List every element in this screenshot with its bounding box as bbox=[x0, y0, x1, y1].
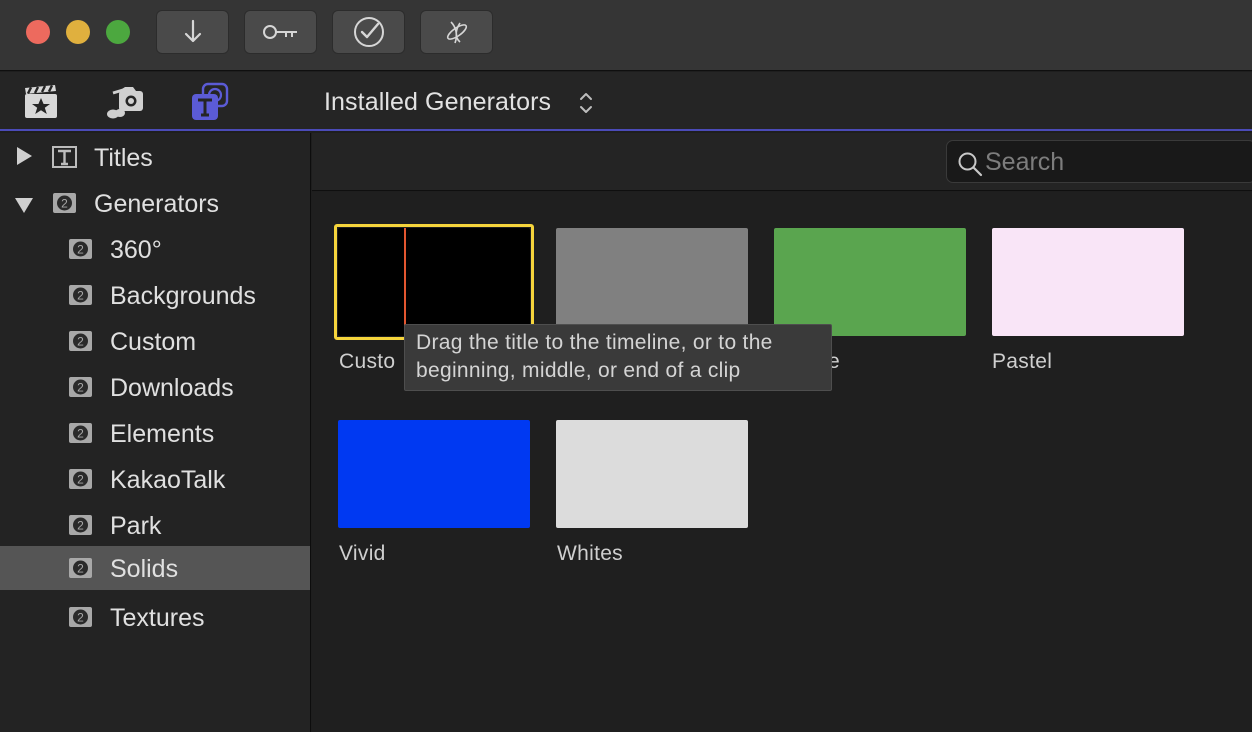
sidebar-item-park[interactable]: 2 Park bbox=[0, 503, 310, 547]
music-photo-icon bbox=[107, 87, 143, 119]
sidebar-item-textures[interactable]: 2 Textures bbox=[0, 595, 310, 639]
background-tasks-check-button[interactable] bbox=[332, 10, 405, 54]
sidebar-item-generators[interactable]: 2 Generators bbox=[0, 181, 310, 225]
sidebar-item-backgrounds[interactable]: 2 Backgrounds bbox=[0, 273, 310, 317]
sidebar-item-label: Elements bbox=[110, 420, 215, 448]
generators-icon: 2 bbox=[69, 607, 92, 627]
generators-icon: 2 bbox=[69, 377, 92, 397]
skimmer-playhead bbox=[404, 228, 406, 336]
photos-audio-tab[interactable] bbox=[105, 82, 145, 122]
drag-hint-tooltip: Drag the title to the timeline, or to th… bbox=[404, 324, 832, 391]
sidebar-item-label: Backgrounds bbox=[110, 282, 256, 310]
generators-icon: 2 bbox=[69, 423, 92, 443]
background-tasks-icon bbox=[446, 21, 467, 44]
svg-text:2: 2 bbox=[77, 381, 84, 395]
titles-generators-icon bbox=[192, 82, 229, 120]
import-button[interactable] bbox=[156, 10, 229, 54]
background-tasks-button[interactable] bbox=[420, 10, 493, 54]
sidebar-item-label: Titles bbox=[94, 144, 153, 172]
svg-text:2: 2 bbox=[77, 243, 84, 257]
sidebar-item-downloads[interactable]: 2 Downloads bbox=[0, 365, 310, 409]
thumbnail-vivid[interactable] bbox=[338, 420, 530, 528]
generators-icon: 2 bbox=[69, 285, 92, 305]
sidebar-item-titles[interactable]: Titles bbox=[0, 135, 310, 179]
generators-icon: 2 bbox=[53, 193, 76, 213]
thumbnail-whites[interactable] bbox=[556, 420, 748, 528]
svg-text:2: 2 bbox=[77, 562, 84, 576]
sidebar: Titles 2 Generators 2 360° 2 Backgrounds… bbox=[0, 133, 311, 732]
svg-text:2: 2 bbox=[77, 611, 84, 625]
sidebar-item-label: 360° bbox=[110, 236, 162, 264]
sidebar-item-label: Solids bbox=[110, 555, 179, 583]
libraries-tab[interactable] bbox=[21, 82, 61, 122]
svg-text:2: 2 bbox=[77, 519, 84, 533]
search-input[interactable] bbox=[985, 146, 1245, 178]
sidebar-item-label: Textures bbox=[110, 604, 205, 632]
sidebar-item-solids[interactable]: 2 Solids bbox=[0, 546, 310, 590]
sidebar-item-label: Generators bbox=[94, 190, 220, 218]
generators-icon: 2 bbox=[69, 331, 92, 351]
search-icon bbox=[958, 152, 983, 177]
disclosure-triangle-expanded-icon[interactable] bbox=[15, 198, 33, 213]
checkmark-circle-icon bbox=[353, 17, 384, 47]
sidebar-item-custom[interactable]: 2 Custom bbox=[0, 319, 310, 363]
sidebar-item-label: Park bbox=[110, 512, 162, 540]
import-arrow-icon bbox=[184, 19, 201, 43]
disclosure-triangle-collapsed-icon[interactable] bbox=[17, 147, 32, 165]
close-window-button[interactable] bbox=[26, 20, 50, 44]
chevron-updown-icon[interactable] bbox=[578, 90, 594, 117]
browser-accent-line bbox=[0, 129, 1252, 131]
keywords-button[interactable] bbox=[244, 10, 317, 54]
minimize-window-button[interactable] bbox=[66, 20, 90, 44]
sidebar-item-kakaotalk[interactable]: 2 KakaoTalk bbox=[0, 457, 310, 501]
tooltip-line: Drag the title to the timeline, or to th… bbox=[416, 331, 773, 354]
svg-text:2: 2 bbox=[77, 289, 84, 303]
thumbnail-label: Vivid bbox=[339, 542, 386, 565]
thumbnail-nature[interactable] bbox=[774, 228, 966, 336]
generators-icon: 2 bbox=[69, 515, 92, 535]
generators-icon: 2 bbox=[69, 558, 92, 578]
sidebar-item-elements[interactable]: 2 Elements bbox=[0, 411, 310, 455]
svg-text:2: 2 bbox=[77, 335, 84, 349]
titles-icon bbox=[52, 146, 77, 168]
browser-title[interactable]: Installed Generators bbox=[324, 88, 551, 117]
selection-highlight bbox=[334, 224, 534, 340]
thumbnail-label: Custo bbox=[339, 350, 396, 373]
sidebar-item-label: Custom bbox=[110, 328, 197, 356]
zoom-window-button[interactable] bbox=[106, 20, 130, 44]
titles-generators-tab[interactable] bbox=[189, 82, 229, 122]
generators-icon: 2 bbox=[69, 469, 92, 489]
clapper-star-icon bbox=[25, 84, 57, 118]
svg-text:2: 2 bbox=[77, 427, 84, 441]
generators-icon: 2 bbox=[69, 239, 92, 259]
thumbnail-label: Pastel bbox=[992, 350, 1053, 373]
thumbnail-pastel[interactable] bbox=[992, 228, 1184, 336]
sidebar-item-label: KakaoTalk bbox=[110, 466, 226, 494]
tooltip-line: beginning, middle, or end of a clip bbox=[416, 359, 741, 382]
title-bar bbox=[0, 0, 1252, 71]
svg-text:2: 2 bbox=[77, 473, 84, 487]
app-window: Installed Generators Titles 2 Generators bbox=[0, 0, 1252, 732]
key-icon bbox=[262, 25, 297, 39]
browser-header bbox=[0, 72, 1252, 131]
thumbnail-label: Whites bbox=[557, 542, 623, 565]
sidebar-item-label: Downloads bbox=[110, 374, 234, 402]
svg-text:2: 2 bbox=[61, 197, 68, 211]
sidebar-item-360[interactable]: 2 360° bbox=[0, 227, 310, 271]
search-field[interactable] bbox=[946, 140, 1252, 183]
thumbnail-greyscale[interactable] bbox=[556, 228, 748, 336]
